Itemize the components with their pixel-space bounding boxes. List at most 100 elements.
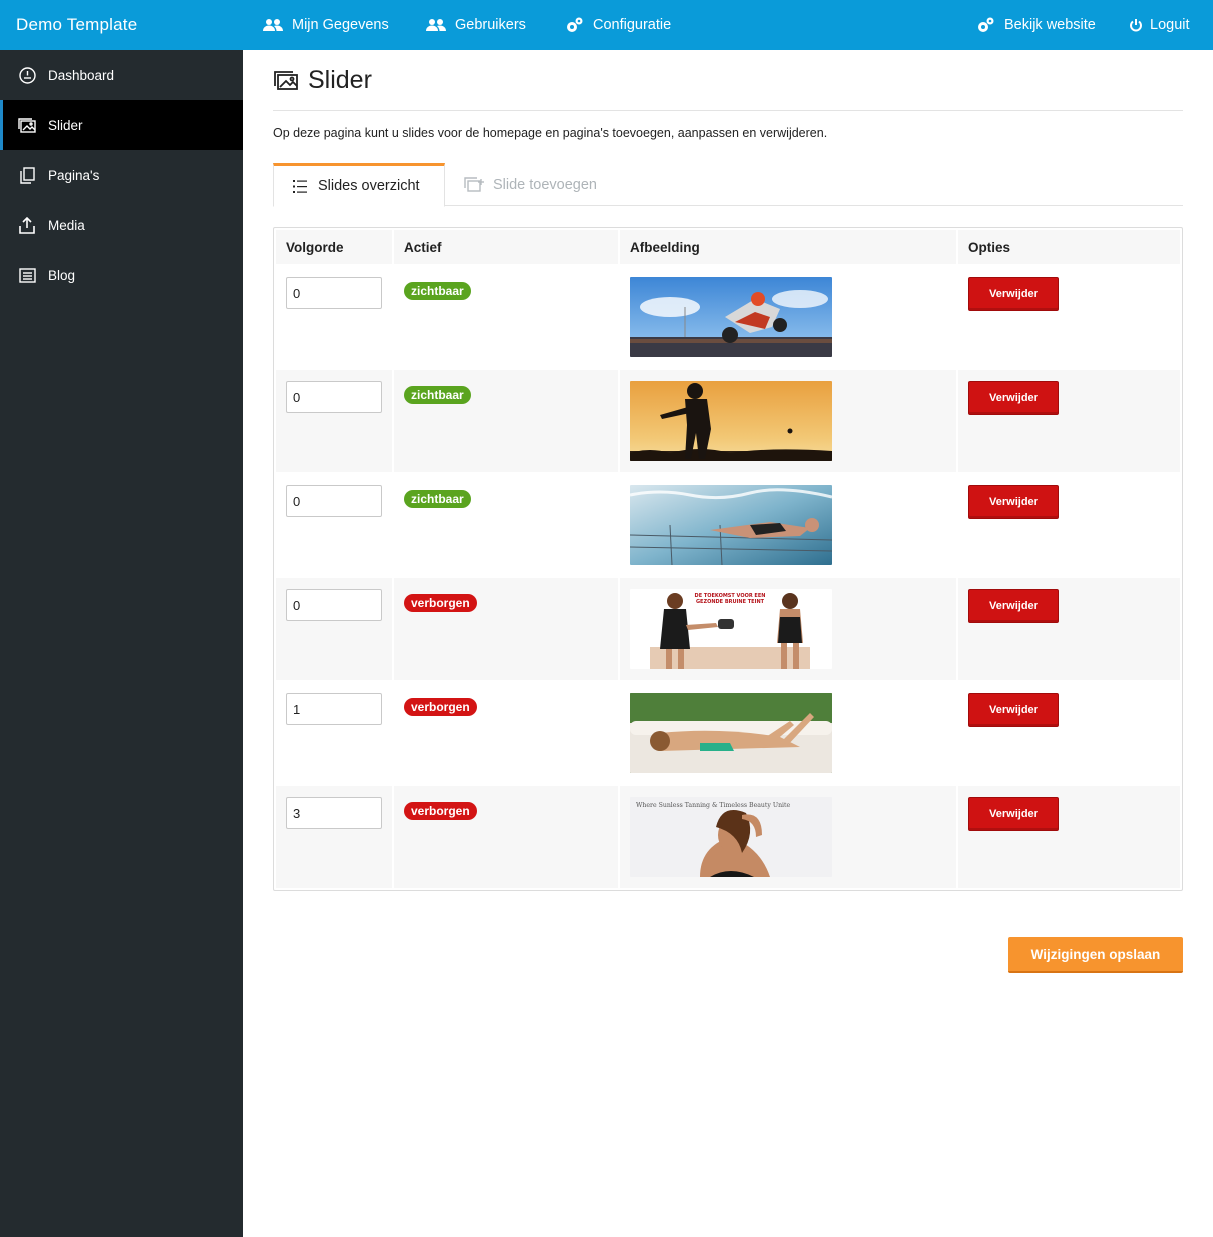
sidebar-item-label: Slider: [48, 117, 83, 133]
order-cell: [276, 264, 394, 368]
pages-icon: [18, 166, 36, 184]
nav-label: Bekijk website: [1004, 17, 1096, 33]
dashboard-icon: [18, 66, 36, 84]
power-icon: [1128, 17, 1144, 33]
order-input[interactable]: [286, 797, 382, 829]
sidebar-item-media[interactable]: Media: [0, 200, 243, 250]
list-icon: [293, 178, 309, 194]
upload-icon: [18, 216, 36, 234]
status-cell: verborgen: [394, 680, 620, 784]
nav-label: Mijn Gegevens: [292, 17, 389, 33]
sidebar-item-label: Media: [48, 217, 85, 233]
slide-thumbnail: [630, 381, 832, 461]
tab-label: Slide toevoegen: [493, 176, 597, 193]
image-cell: DE TOEKOMST VOOR EEN GEZONDE BRUINE TEIN…: [620, 576, 958, 680]
image-cell: [620, 368, 958, 472]
banner-text: GEZONDE BRUINE TEINT: [696, 599, 765, 605]
slide-thumbnail: [630, 485, 832, 565]
top-navbar: Demo Template Mijn Gegevens Gebruikers C…: [0, 0, 1213, 50]
order-input[interactable]: [286, 485, 382, 517]
save-changes-button[interactable]: Wijzigingen opslaan: [1008, 937, 1183, 973]
slide-thumbnail: DE TOEKOMST VOOR EEN GEZONDE BRUINE TEIN…: [630, 589, 832, 669]
table-row: verborgen DE TOEKOMST VOOR EEN GEZONDE B…: [276, 576, 1180, 680]
table-row: zichtbaar Verwijder: [276, 368, 1180, 472]
tab-slide-toevoegen[interactable]: Slide toevoegen: [464, 163, 597, 206]
nav-mijn-gegevens[interactable]: Mijn Gegevens: [262, 0, 389, 50]
order-cell: [276, 368, 394, 472]
sidebar: Dashboard Slider Pagina's Media Blog: [0, 50, 243, 1237]
delete-button[interactable]: Verwijder: [968, 797, 1059, 831]
status-cell: zichtbaar: [394, 472, 620, 576]
banner-text: Where Sunless Tanning & Timeless Beauty …: [636, 802, 791, 809]
tab-bar: Slides overzicht Slide toevoegen: [273, 163, 1183, 207]
status-cell: verborgen: [394, 784, 620, 888]
tab-label: Slides overzicht: [318, 178, 420, 194]
delete-button[interactable]: Verwijder: [968, 277, 1059, 311]
image-cell: [620, 680, 958, 784]
sidebar-item-label: Blog: [48, 267, 76, 283]
order-cell: [276, 680, 394, 784]
nav-loguit[interactable]: Loguit: [1128, 0, 1190, 50]
main-content: Slider Op deze pagina kunt u slides voor…: [273, 50, 1183, 891]
order-input[interactable]: [286, 381, 382, 413]
users-icon: [262, 17, 284, 33]
delete-button[interactable]: Verwijder: [968, 589, 1059, 623]
sidebar-item-label: Pagina's: [48, 167, 100, 183]
image-cell: Where Sunless Tanning & Timeless Beauty …: [620, 784, 958, 888]
slides-table: Volgorde Actief Afbeelding Opties zichtb…: [276, 230, 1180, 888]
status-badge: zichtbaar: [404, 386, 471, 404]
options-cell: Verwijder: [958, 368, 1180, 472]
order-input[interactable]: [286, 277, 382, 309]
add-slide-icon: [464, 177, 484, 193]
status-cell: zichtbaar: [394, 368, 620, 472]
delete-button[interactable]: Verwijder: [968, 485, 1059, 519]
brand-title[interactable]: Demo Template: [16, 0, 137, 50]
nav-gebruikers[interactable]: Gebruikers: [425, 0, 526, 50]
column-header-opties: Opties: [958, 230, 1180, 264]
delete-button[interactable]: Verwijder: [968, 381, 1059, 415]
page-description: Op deze pagina kunt u slides voor de hom…: [273, 126, 828, 140]
slider-icon: [18, 116, 36, 134]
image-cell: [620, 472, 958, 576]
nav-label: Gebruikers: [455, 17, 526, 33]
order-cell: [276, 472, 394, 576]
options-cell: Verwijder: [958, 264, 1180, 368]
status-badge: zichtbaar: [404, 282, 471, 300]
slide-thumbnail: Where Sunless Tanning & Timeless Beauty …: [630, 797, 832, 877]
table-row: verborgen Where Sunless Tanning & Timele…: [276, 784, 1180, 888]
slide-thumbnail: [630, 277, 832, 357]
slide-thumbnail: [630, 693, 832, 773]
order-cell: [276, 576, 394, 680]
image-cell: [620, 264, 958, 368]
table-row: zichtbaar: [276, 264, 1180, 368]
page-title: Slider: [308, 65, 372, 94]
tab-slides-overzicht[interactable]: Slides overzicht: [273, 163, 445, 207]
order-cell: [276, 784, 394, 888]
users-icon: [425, 17, 447, 33]
nav-configuratie[interactable]: Configuratie: [563, 0, 671, 50]
table-row: verborgen: [276, 680, 1180, 784]
sidebar-item-label: Dashboard: [48, 67, 115, 83]
options-cell: Verwijder: [958, 472, 1180, 576]
nav-bekijk-website[interactable]: Bekijk website: [974, 0, 1096, 50]
slides-table-container: Volgorde Actief Afbeelding Opties zichtb…: [273, 227, 1183, 891]
nav-label: Loguit: [1150, 17, 1190, 33]
status-badge: verborgen: [404, 594, 477, 612]
options-cell: Verwijder: [958, 576, 1180, 680]
status-badge: verborgen: [404, 802, 477, 820]
order-input[interactable]: [286, 693, 382, 725]
nav-label: Configuratie: [593, 17, 672, 33]
status-cell: zichtbaar: [394, 264, 620, 368]
blog-icon: [18, 266, 36, 284]
status-badge: verborgen: [404, 698, 477, 716]
sidebar-item-slider[interactable]: Slider: [0, 100, 243, 150]
delete-button[interactable]: Verwijder: [968, 693, 1059, 727]
slider-icon: [273, 69, 299, 91]
gears-icon: [563, 17, 585, 33]
sidebar-item-dashboard[interactable]: Dashboard: [0, 50, 243, 100]
sidebar-item-blog[interactable]: Blog: [0, 250, 243, 300]
order-input[interactable]: [286, 589, 382, 621]
column-header-volgorde: Volgorde: [276, 230, 394, 264]
sidebar-item-paginas[interactable]: Pagina's: [0, 150, 243, 200]
status-badge: zichtbaar: [404, 490, 471, 508]
